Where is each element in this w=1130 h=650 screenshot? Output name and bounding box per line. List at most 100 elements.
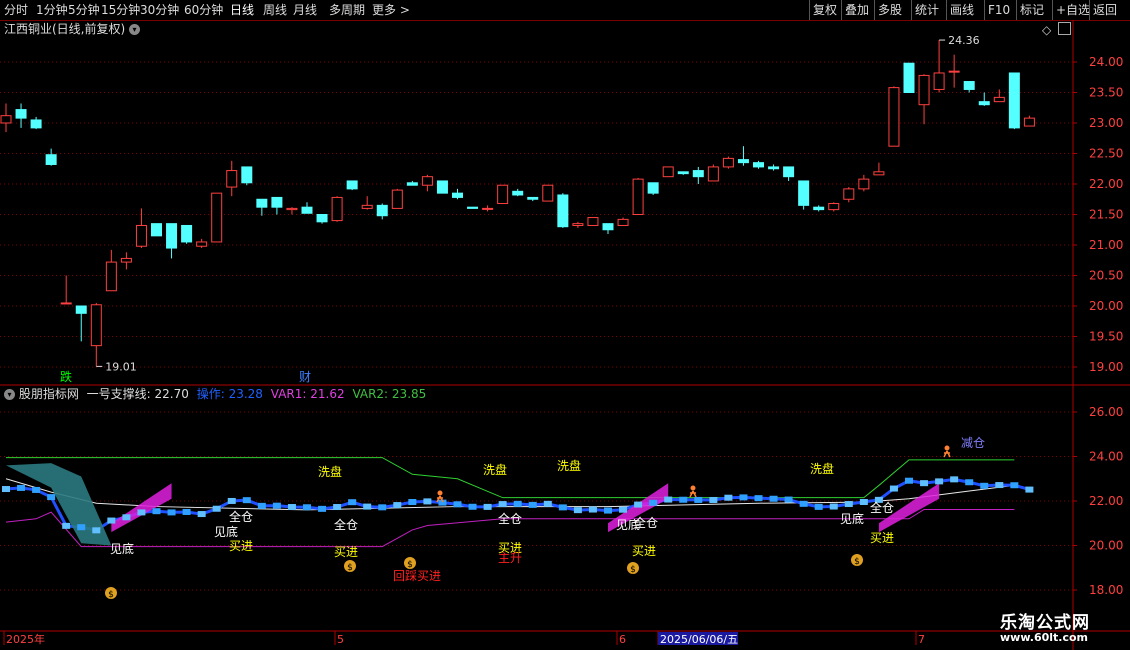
candle-body [166, 223, 178, 249]
indicator-candle [167, 509, 176, 516]
candle-body [677, 171, 689, 175]
diamond-icon[interactable]: ◇ [1042, 23, 1051, 37]
candle [858, 174, 870, 192]
candle [978, 92, 990, 106]
candle-body [918, 74, 930, 106]
candle [45, 148, 57, 166]
indicator-candle [498, 501, 507, 508]
candle-body [647, 182, 659, 194]
candle [753, 160, 764, 169]
candle-body [452, 192, 463, 198]
candle-body [301, 206, 313, 214]
indicator-axis-label: 24.00 [1089, 450, 1123, 464]
signal-jiandi: 见底 [214, 524, 238, 539]
var2-line [6, 457, 1015, 499]
candle-body [888, 87, 900, 147]
candle-body [391, 189, 403, 209]
candle [256, 198, 268, 216]
candle [406, 180, 418, 186]
indicator-candle [47, 494, 56, 501]
candle-body [813, 206, 825, 211]
event-die: 跌 [60, 369, 72, 384]
candle-body [632, 178, 644, 215]
date-axis-label: 2025年 [6, 632, 45, 646]
panel-toggle-icon[interactable] [1058, 22, 1071, 35]
signal-xipan: 洗盘 [557, 458, 581, 473]
candle-body [662, 166, 674, 178]
candle-body [331, 196, 343, 222]
signal-jiandi: 见底 [616, 517, 640, 532]
signal-quancang: 全仓 [229, 509, 253, 524]
candle [737, 146, 749, 166]
indicator-candle [182, 508, 191, 515]
indicator-candle [829, 503, 838, 510]
signal-quancang: 全仓 [334, 517, 358, 532]
signal-quancang: 全仓 [498, 511, 522, 526]
candle-body [843, 188, 855, 200]
candle-body [587, 217, 599, 226]
var2-value: VAR2: 23.85 [352, 387, 427, 401]
candle [527, 196, 539, 202]
indicator-candle [348, 499, 357, 506]
indicator-candle [950, 476, 959, 483]
indicator-candle [1010, 482, 1019, 489]
signal-mairu: 买进 [229, 539, 253, 553]
candle-body [482, 207, 494, 210]
signal-xipan: 洗盘 [483, 462, 507, 477]
candle [105, 249, 117, 292]
candle-body [0, 115, 12, 124]
var1-value: VAR1: 21.62 [270, 387, 345, 401]
candle-body [467, 206, 479, 209]
indicator-dropdown-icon[interactable]: ▾ [4, 389, 15, 400]
candle [166, 223, 178, 259]
indicator-candle [408, 499, 417, 506]
indicator-candle [889, 485, 898, 492]
candle-body [737, 159, 749, 164]
candle-body [557, 194, 569, 228]
runner-icon [437, 490, 443, 496]
candle-body [436, 180, 448, 194]
signal-huicai: 回踩买进 [393, 569, 441, 583]
candle [662, 166, 674, 178]
candle [361, 196, 373, 210]
price-axis-label: 19.50 [1089, 330, 1123, 344]
candle-body [602, 223, 614, 231]
candle-body [256, 198, 268, 208]
candle-body [120, 257, 132, 263]
indicator-name[interactable]: 股朋指标网 [19, 387, 79, 401]
candle-body [542, 184, 554, 202]
candle-body [527, 196, 539, 200]
indicator-candle [859, 499, 868, 506]
watermark: 乐淘公式网 www.60lt.com [992, 606, 1130, 650]
candle [301, 202, 313, 214]
operation-value: 操作: 23.28 [196, 387, 263, 401]
watermark-url: www.60lt.com [1000, 631, 1089, 644]
indicator-candle [709, 496, 718, 503]
date-axis-label: 2025/06/06/五 [660, 633, 738, 646]
candle-body [903, 62, 915, 94]
indicator-candle [935, 478, 944, 485]
candle [316, 214, 328, 224]
money-bag-symbol: $ [108, 590, 114, 600]
indicator-candle [619, 506, 628, 513]
indicator-candle [604, 507, 612, 514]
candle-body [692, 170, 704, 178]
candle-body [933, 72, 945, 90]
indicator-candle [378, 504, 387, 511]
indicator-candle [649, 499, 658, 506]
indicator-candle [453, 501, 462, 508]
signal-jiandi: 见底 [110, 541, 134, 556]
candle [918, 74, 930, 125]
indicator-candle [513, 500, 522, 507]
candle [903, 62, 915, 94]
candle [211, 192, 223, 243]
stock-title[interactable]: 江西铜业(日线,前复权) ▾ [4, 22, 141, 36]
candle [346, 180, 358, 191]
candle [632, 177, 644, 215]
candle [647, 182, 659, 195]
indicator-candle [483, 503, 492, 510]
candle [151, 223, 162, 237]
indicator-candle [754, 495, 763, 502]
title-dropdown-icon[interactable]: ▾ [129, 24, 141, 35]
indicator-candle [107, 517, 116, 524]
